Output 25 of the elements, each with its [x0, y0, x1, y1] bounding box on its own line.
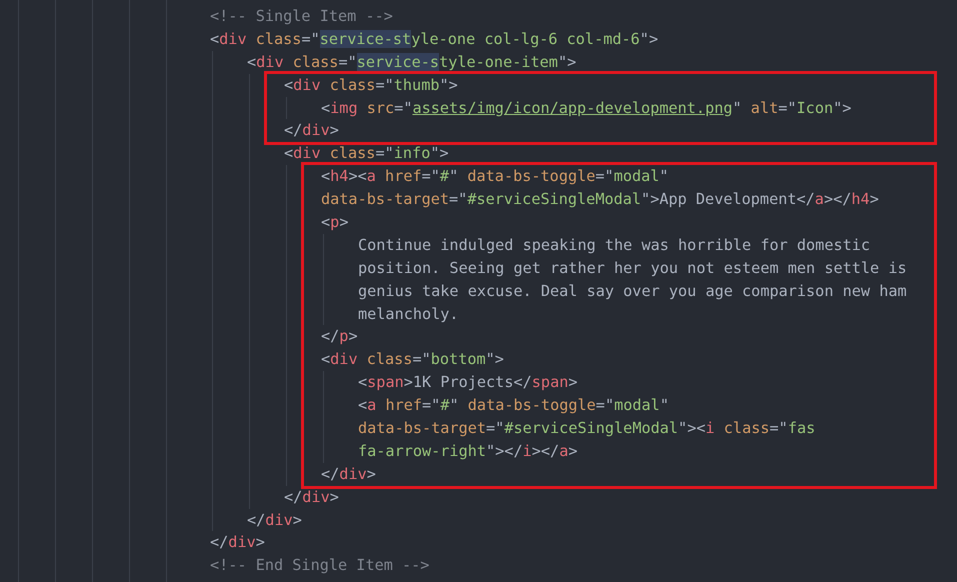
code-line: <div class="bottom"> — [321, 349, 504, 370]
code-line: </div> — [210, 532, 265, 554]
code-line: <span>1K Projects</span> — [358, 372, 578, 394]
code-line: Continue indulged speaking the was horrible for domestic — [358, 234, 870, 256]
code-line: fa-arrow-right"></i></a> — [358, 440, 578, 462]
code-line: <div class="service-style-one-item"> — [247, 52, 576, 73]
code-line: <div class="info"> — [284, 143, 449, 164]
code-line: <!-- Single Item --> — [210, 6, 393, 27]
code-line: genius take excuse. Deal say over you age comparison new ham — [358, 280, 907, 302]
code-line: position. Seeing get rather her you not esteem men settle is — [358, 258, 907, 279]
code-line: <p> — [321, 212, 348, 234]
code-line: </div> — [284, 120, 339, 142]
code-line: <div class="thumb"> — [284, 74, 458, 96]
code-line: <!-- End Single Item --> — [210, 555, 430, 576]
code-line: </p> — [321, 326, 358, 348]
code-line: </div> — [321, 464, 376, 485]
code-line: <h4><a href="#" data-bs-toggle="modal" — [321, 166, 669, 188]
code-line: </div> — [247, 510, 302, 531]
code-line: data-bs-target="#serviceSingleModal">App Development</a></h4> — [321, 189, 879, 210]
code-line: data-bs-target="#serviceSingleModal"><i class="fas — [358, 418, 816, 440]
code-line: </div> — [284, 486, 339, 508]
code-line: <img src="assets/img/icon/app-development.png" alt="Icon"> — [321, 98, 852, 119]
code-line: <a href="#" data-bs-toggle="modal" — [358, 395, 669, 416]
code-line: <div class="service-style-one col-lg-6 col-md-6"> — [210, 28, 658, 50]
code-line: melancholy. — [358, 304, 459, 325]
